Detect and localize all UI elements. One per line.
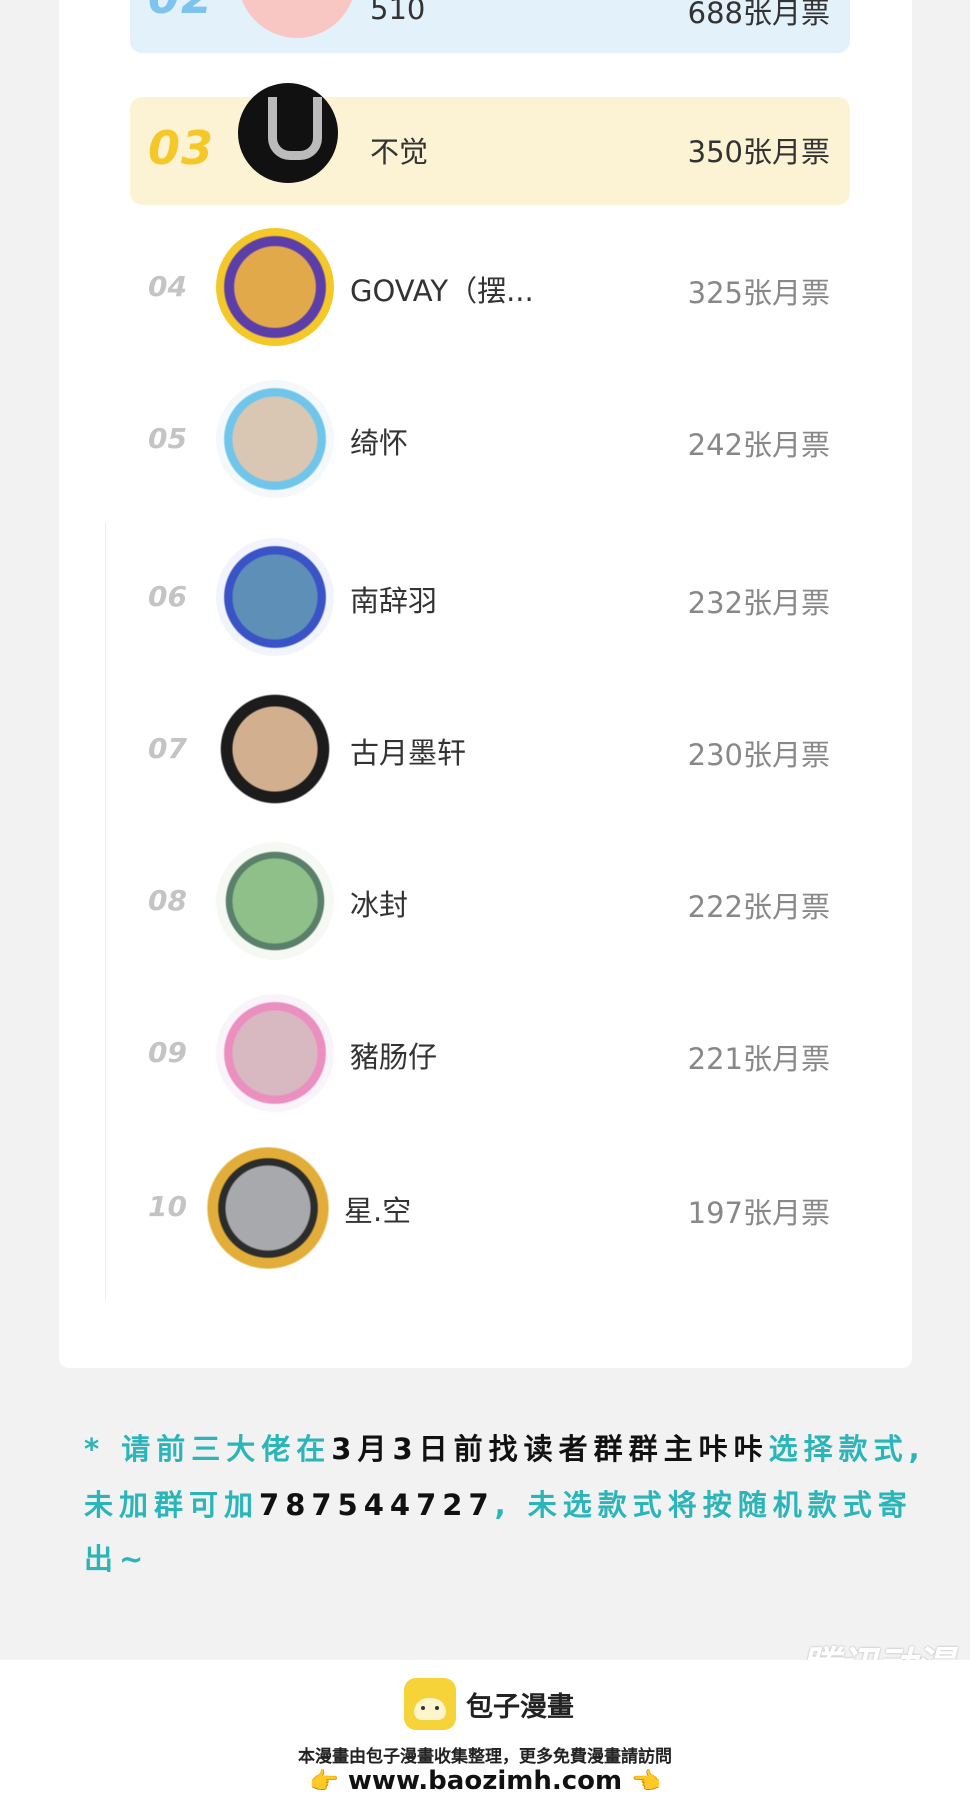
brand[interactable]: 包子漫畫 (404, 1678, 574, 1730)
ranking-row-07[interactable]: 07 古月墨轩 230张月票 (130, 690, 850, 810)
footer-url-row[interactable]: 👉 www.baozimh.com 👈 (0, 1766, 970, 1796)
notice-text: * 请前三大佬在 (84, 1432, 332, 1466)
avatar[interactable] (216, 380, 334, 498)
ranking-row-09[interactable]: 09 豬肠仔 221张月票 (130, 994, 850, 1114)
divider-line (105, 522, 106, 1300)
vote-count: 688张月票 (687, 0, 830, 30)
brand-name: 包子漫畫 (466, 1691, 574, 1723)
notice-line-1: * 请前三大佬在3月3日前找读者群群主咔咔选择款式, (84, 1422, 944, 1476)
rank-number: 09 (148, 1036, 187, 1069)
rank-number: 06 (148, 580, 187, 613)
rank-number: 08 (148, 884, 187, 917)
user-name: 510 (370, 0, 426, 26)
bun-logo-icon (404, 1678, 456, 1730)
ranking-row-06[interactable]: 06 南辞羽 232张月票 (130, 538, 850, 658)
ranking-row-08[interactable]: 08 冰封 222张月票 (130, 842, 850, 962)
user-name: 南辞羽 (350, 584, 438, 618)
pointing-right-hand-icon: 👉 (308, 1767, 339, 1795)
group-number: 787544727 (259, 1488, 495, 1522)
footer: 包子漫畫 本漫畫由包子漫畫收集整理，更多免費漫畫請訪問 👉 www.baozim… (0, 1660, 970, 1812)
avatar[interactable] (216, 842, 334, 960)
notice-text: 未加群可加 (84, 1488, 260, 1522)
site-url-link[interactable]: www.baozimh.com (348, 1766, 622, 1796)
notice-text: 选择款式, (768, 1432, 926, 1466)
user-name: 星.空 (344, 1194, 412, 1228)
vote-count: 242张月票 (687, 428, 830, 462)
user-name: 绮怀 (350, 426, 409, 460)
ranking-row-02[interactable]: 02 510 688张月票 (130, 0, 850, 53)
ranking-row-05[interactable]: 05 绮怀 242张月票 (130, 380, 850, 500)
avatar-u-icon (268, 97, 322, 160)
vote-count: 350张月票 (687, 135, 830, 169)
rank-number: 05 (148, 422, 187, 455)
avatar[interactable] (216, 994, 334, 1112)
user-name: 不觉 (370, 135, 429, 169)
rank-number: 03 (148, 121, 215, 175)
ranking-row-10[interactable]: 10 星.空 197张月票 (130, 1144, 850, 1272)
user-name: 古月墨轩 (350, 736, 467, 770)
avatar[interactable] (216, 228, 334, 346)
vote-count: 325张月票 (687, 276, 830, 310)
user-name: 豬肠仔 (350, 1040, 438, 1074)
user-name: 冰封 (350, 888, 409, 922)
vote-count: 230张月票 (687, 738, 830, 772)
vote-count: 222张月票 (687, 890, 830, 924)
footer-description: 本漫畫由包子漫畫收集整理，更多免費漫畫請訪問 (298, 1747, 672, 1767)
rank-number: 04 (148, 270, 187, 303)
avatar[interactable] (216, 690, 334, 808)
avatar[interactable] (238, 83, 338, 183)
ranking-row-04[interactable]: 04 GOVAY（摆... 325张月票 (130, 228, 850, 348)
notice-date-text: 3月3日前找读者群群主咔咔 (331, 1432, 769, 1466)
vote-count: 197张月票 (687, 1196, 830, 1230)
avatar[interactable] (238, 0, 356, 38)
user-name: GOVAY（摆... (350, 274, 534, 308)
vote-count: 232张月票 (687, 586, 830, 620)
vote-count: 221张月票 (687, 1042, 830, 1076)
pointing-left-hand-icon: 👈 (631, 1767, 662, 1795)
avatar[interactable] (204, 1144, 332, 1272)
rank-number: 10 (148, 1190, 187, 1223)
ranking-row-03[interactable]: 03 不觉 350张月票 (130, 83, 850, 205)
notice-line-2: 未加群可加787544727, 未选款式将按随机款式寄出~ (84, 1478, 944, 1586)
rank-number: 02 (148, 0, 214, 24)
avatar[interactable] (216, 538, 334, 656)
rank-number: 07 (148, 732, 187, 765)
